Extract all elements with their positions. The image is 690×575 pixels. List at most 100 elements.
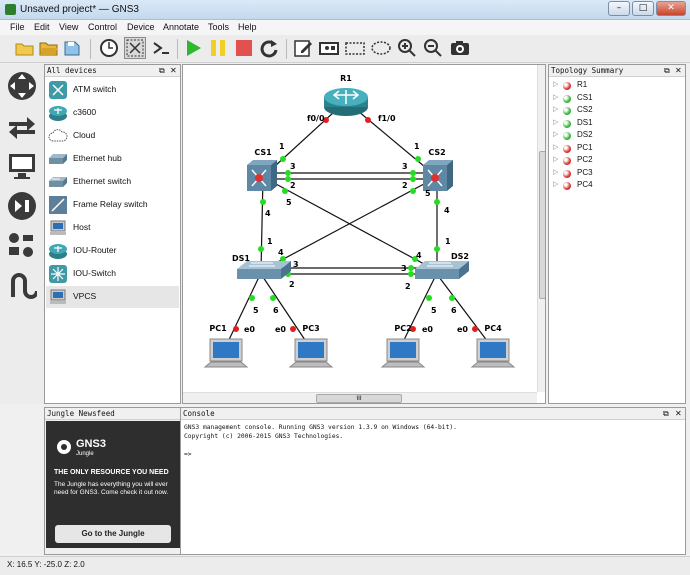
- undock-icon[interactable]: ⧉: [159, 65, 165, 77]
- ellipse-icon[interactable]: [370, 37, 392, 59]
- panel-close-icon[interactable]: ✕: [170, 65, 177, 77]
- security-devices-category-icon[interactable]: [6, 190, 38, 222]
- expand-arrow-icon[interactable]: ▷: [553, 105, 558, 113]
- device-iou-router[interactable]: IOU-Router: [46, 240, 179, 262]
- device-cloud[interactable]: Cloud: [46, 125, 179, 147]
- link-ds2-pc4[interactable]: [438, 276, 492, 347]
- device-atm-switch[interactable]: ATM switch: [46, 79, 179, 101]
- pause-icon[interactable]: [207, 37, 229, 59]
- svg-text:e0: e0: [422, 325, 433, 334]
- snapshot-icon[interactable]: [124, 37, 146, 59]
- svg-text:2: 2: [402, 181, 408, 190]
- expand-arrow-icon[interactable]: ▷: [553, 155, 558, 163]
- menu-annotate[interactable]: Annotate: [163, 22, 199, 32]
- svg-text:1: 1: [279, 142, 285, 151]
- expand-arrow-icon[interactable]: ▷: [553, 180, 558, 188]
- expand-arrow-icon[interactable]: ▷: [553, 118, 558, 126]
- expand-arrow-icon[interactable]: ▷: [553, 130, 558, 138]
- clock-icon[interactable]: [98, 37, 120, 59]
- menu-help[interactable]: Help: [238, 22, 257, 32]
- pc-pc2[interactable]: [380, 338, 426, 368]
- device-ethernet-switch[interactable]: Ethernet switch: [46, 171, 179, 193]
- routers-category-icon[interactable]: [6, 70, 38, 102]
- multilayer-switch-cs2[interactable]: [423, 160, 453, 191]
- image-icon[interactable]: [318, 37, 340, 59]
- minimize-button[interactable]: –: [608, 1, 630, 16]
- pc-pc1[interactable]: [203, 338, 249, 368]
- rectangle-icon[interactable]: [344, 37, 366, 59]
- svg-text:5: 5: [253, 306, 259, 315]
- close-button[interactable]: ✕: [656, 1, 686, 16]
- console-output[interactable]: GNS3 management console. Running GNS3 ve…: [184, 423, 457, 459]
- end-devices-category-icon[interactable]: [6, 150, 38, 182]
- device-iou-switch[interactable]: IOU-Switch: [46, 263, 179, 285]
- undock-icon[interactable]: ⧉: [664, 65, 670, 77]
- add-link-icon[interactable]: [6, 270, 38, 302]
- svg-text:3: 3: [290, 162, 296, 171]
- svg-text:5: 5: [431, 306, 437, 315]
- menu-tools[interactable]: Tools: [208, 22, 229, 32]
- svg-text:4: 4: [416, 251, 422, 260]
- console-icon[interactable]: [150, 37, 172, 59]
- multilayer-switch-cs1[interactable]: [247, 160, 277, 191]
- menu-view[interactable]: View: [59, 22, 78, 32]
- link-ds1-pc3[interactable]: [262, 276, 310, 347]
- stop-icon[interactable]: [233, 37, 255, 59]
- router-icon: [49, 106, 67, 121]
- menu-control[interactable]: Control: [88, 22, 117, 32]
- open-folder-icon[interactable]: [14, 37, 36, 59]
- ethernet-hub-icon: [49, 154, 67, 164]
- all-devices-category-icon[interactable]: [6, 230, 38, 262]
- horizontal-scrollbar[interactable]: III: [183, 392, 537, 403]
- expand-arrow-icon[interactable]: ▷: [553, 168, 558, 176]
- edit-note-icon[interactable]: [292, 37, 314, 59]
- panel-close-icon[interactable]: ✕: [675, 65, 682, 77]
- screenshot-icon[interactable]: [449, 37, 471, 59]
- topology-canvas[interactable]: R1 CS1 CS2 DS1 DS2 PC1 PC3 PC2 PC4 f0/0 …: [182, 64, 546, 404]
- menu-edit[interactable]: Edit: [34, 22, 50, 32]
- device-ethernet-hub[interactable]: Ethernet hub: [46, 148, 179, 170]
- open-project-icon[interactable]: [38, 37, 60, 59]
- switches-category-icon[interactable]: [6, 110, 38, 142]
- multilayer-switch-icon: [49, 265, 67, 283]
- go-to-jungle-button[interactable]: Go to the Jungle: [55, 525, 171, 543]
- device-vpcs[interactable]: VPCS: [46, 286, 179, 308]
- switch-ds2[interactable]: [415, 261, 469, 279]
- device-host[interactable]: Host: [46, 217, 179, 239]
- menu-file[interactable]: File: [10, 22, 25, 32]
- node-label-pc1: PC1: [209, 324, 227, 333]
- menu-device[interactable]: Device: [127, 22, 155, 32]
- router-r1[interactable]: [324, 88, 368, 116]
- expand-arrow-icon[interactable]: ▷: [553, 80, 558, 88]
- svg-text:2: 2: [290, 181, 296, 190]
- maximize-button[interactable]: □: [632, 1, 654, 16]
- panel-close-icon[interactable]: ✕: [675, 408, 682, 420]
- gns3-app-icon: [5, 4, 16, 15]
- node-label-pc4: PC4: [484, 324, 502, 333]
- devices-panel: All devices ⧉ ✕ ATM switch c3600 Cloud E…: [44, 64, 181, 404]
- reload-icon[interactable]: [258, 37, 280, 59]
- zoom-out-icon[interactable]: [422, 37, 444, 59]
- pc-pc4[interactable]: [470, 338, 516, 368]
- save-icon[interactable]: [62, 37, 84, 59]
- status-started-icon: [563, 119, 571, 128]
- zoom-in-icon[interactable]: [396, 37, 418, 59]
- start-icon[interactable]: [182, 37, 204, 59]
- switch-ds1[interactable]: [237, 261, 291, 279]
- expand-arrow-icon[interactable]: ▷: [553, 93, 558, 101]
- svg-text:1: 1: [414, 142, 420, 151]
- link-cs1-ds1[interactable]: [260, 176, 264, 272]
- undock-icon[interactable]: ⧉: [663, 408, 669, 420]
- vertical-scroll-thumb[interactable]: [539, 151, 545, 299]
- topology-diagram[interactable]: R1 CS1 CS2 DS1 DS2 PC1 PC3 PC2 PC4 f0/0 …: [183, 65, 546, 404]
- expand-arrow-icon[interactable]: ▷: [553, 143, 558, 151]
- node-label-pc3: PC3: [302, 324, 319, 333]
- vertical-scrollbar[interactable]: [537, 65, 545, 392]
- menu-bar: File Edit View Control Device Annotate T…: [0, 20, 690, 35]
- device-frame-relay-switch[interactable]: Frame Relay switch: [46, 194, 179, 216]
- svg-text:6: 6: [451, 306, 457, 315]
- horizontal-scroll-thumb[interactable]: III: [316, 394, 402, 403]
- device-c3600[interactable]: c3600: [46, 102, 179, 124]
- pc-pc3[interactable]: [288, 338, 334, 368]
- svg-text:4: 4: [444, 206, 450, 215]
